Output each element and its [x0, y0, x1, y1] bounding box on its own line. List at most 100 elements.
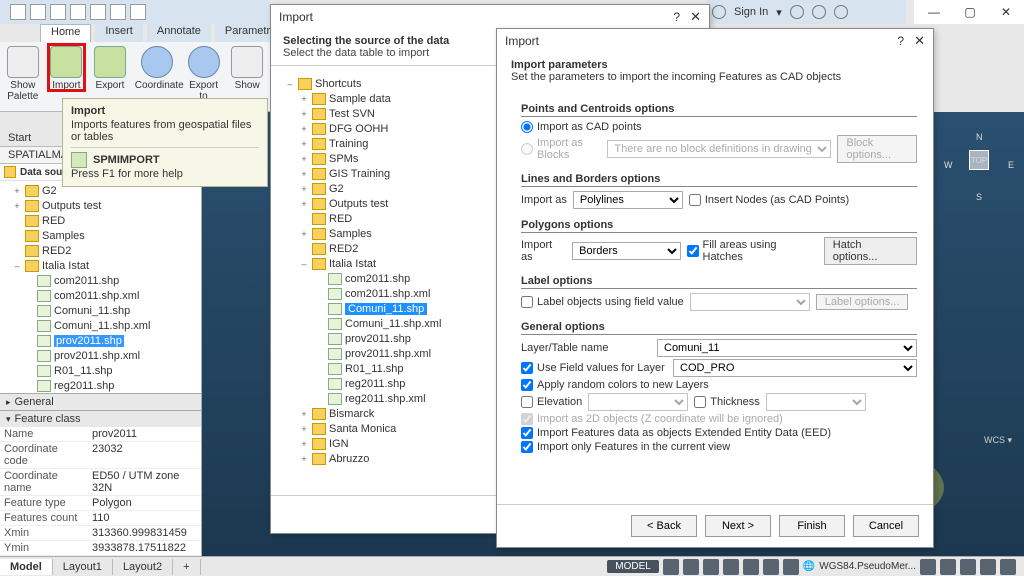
cart-icon[interactable]: [790, 5, 804, 19]
tab-annotate[interactable]: Annotate: [147, 24, 211, 42]
expand-icon[interactable]: +: [12, 201, 22, 211]
feature-class-header[interactable]: Feature class: [0, 410, 201, 427]
dialog1-titlebar[interactable]: Import ? ✕: [271, 5, 709, 29]
tab-layout1[interactable]: Layout1: [53, 559, 113, 575]
tab-insert[interactable]: Insert: [95, 24, 143, 42]
expand-icon[interactable]: +: [299, 109, 309, 119]
tree-file[interactable]: com2011.shp.xml: [0, 288, 201, 303]
next-button[interactable]: Next >: [705, 515, 771, 537]
tab-layout2[interactable]: Layout2: [113, 559, 173, 575]
field-combo[interactable]: COD_PRO: [673, 359, 917, 377]
qa-saveas-icon[interactable]: [70, 4, 86, 20]
tab-model[interactable]: Model: [0, 559, 53, 575]
expand-icon[interactable]: +: [299, 169, 309, 179]
fill-hatches-check[interactable]: Fill areas using Hatches: [687, 239, 818, 263]
expand-icon[interactable]: +: [299, 439, 309, 449]
elevation-checkbox[interactable]: [521, 396, 533, 408]
status-osnap-icon[interactable]: [743, 559, 759, 575]
dialog1-help-icon[interactable]: ?: [673, 10, 680, 24]
import-current-view-checkbox[interactable]: [521, 441, 533, 453]
status-polar-icon[interactable]: [723, 559, 739, 575]
expand-icon[interactable]: +: [12, 186, 22, 196]
cancel-button[interactable]: Cancel: [853, 515, 919, 537]
dialog2-titlebar[interactable]: Import ? ✕: [497, 29, 933, 53]
tree-folder[interactable]: +Outputs test: [0, 198, 201, 213]
tree-folder[interactable]: Samples: [0, 228, 201, 243]
status-trans-icon[interactable]: [783, 559, 799, 575]
finish-button[interactable]: Finish: [779, 515, 845, 537]
dialog2-help-icon[interactable]: ?: [897, 34, 904, 48]
expand-icon[interactable]: –: [12, 261, 22, 271]
status-ortho-icon[interactable]: [703, 559, 719, 575]
expand-icon[interactable]: +: [299, 424, 309, 434]
import-current-view-check[interactable]: Import only Features in the current view: [521, 441, 730, 453]
polygons-combo[interactable]: Borders: [572, 242, 680, 260]
data-sources-tree[interactable]: +G2+Outputs testREDSamplesRED2–Italia Is…: [0, 181, 201, 393]
show-palette-button[interactable]: Show Palette: [4, 44, 42, 102]
qa-open-icon[interactable]: [30, 4, 46, 20]
insert-nodes-checkbox[interactable]: [689, 194, 701, 206]
expand-icon[interactable]: +: [299, 184, 309, 194]
back-button[interactable]: < Back: [631, 515, 697, 537]
expand-icon[interactable]: +: [299, 139, 309, 149]
maximize-button[interactable]: ▢: [952, 0, 988, 24]
expand-icon[interactable]: +: [299, 124, 309, 134]
status-lwt-icon[interactable]: [763, 559, 779, 575]
qa-save-icon[interactable]: [50, 4, 66, 20]
lines-combo[interactable]: Polylines: [573, 191, 683, 209]
expand-icon[interactable]: +: [299, 199, 309, 209]
qa-new-icon[interactable]: [10, 4, 26, 20]
thickness-checkbox[interactable]: [694, 396, 706, 408]
help-icon[interactable]: [834, 5, 848, 19]
export-to-button[interactable]: Export to: [185, 44, 223, 102]
compass-top[interactable]: TOP: [969, 150, 989, 170]
import-eed-checkbox[interactable]: [521, 427, 533, 439]
tree-folder[interactable]: –Italia Istat: [0, 258, 201, 273]
use-field-layer-check[interactable]: Use Field values for Layer: [521, 362, 667, 374]
tree-folder[interactable]: RED: [0, 213, 201, 228]
status-iso-icon[interactable]: [920, 559, 936, 575]
export-button[interactable]: Export: [91, 44, 129, 91]
random-colors-check[interactable]: Apply random colors to new Layers: [521, 379, 709, 391]
tab-home[interactable]: Home: [40, 24, 91, 42]
label-objects-check[interactable]: Label objects using field value: [521, 296, 684, 308]
tree-file[interactable]: Comuni_11.shp: [0, 303, 201, 318]
radio-cad-points[interactable]: [521, 121, 533, 133]
import-eed-check[interactable]: Import Features data as objects Extended…: [521, 427, 831, 439]
qa-undo-icon[interactable]: [110, 4, 126, 20]
expand-icon[interactable]: +: [299, 409, 309, 419]
insert-nodes-check[interactable]: Insert Nodes (as CAD Points): [689, 194, 849, 206]
dialog1-close-icon[interactable]: ✕: [690, 9, 701, 25]
label-objects-checkbox[interactable]: [521, 296, 533, 308]
random-colors-checkbox[interactable]: [521, 379, 533, 391]
expand-icon[interactable]: +: [299, 229, 309, 239]
general-header[interactable]: General: [0, 393, 201, 410]
import-button[interactable]: Import: [48, 44, 86, 91]
qa-plot-icon[interactable]: [90, 4, 106, 20]
hatch-options-button[interactable]: Hatch options...: [824, 237, 917, 265]
fill-hatches-checkbox[interactable]: [687, 245, 699, 257]
status-clean-icon[interactable]: [980, 559, 996, 575]
tree-folder[interactable]: RED2: [0, 243, 201, 258]
tree-file[interactable]: R01_11.shp: [0, 363, 201, 378]
opt-cad-points[interactable]: Import as CAD points: [521, 121, 642, 133]
close-button[interactable]: ✕: [988, 0, 1024, 24]
coordinate-button[interactable]: Coordinate: [135, 44, 179, 91]
layer-name-combo[interactable]: Comuni_11: [657, 339, 917, 357]
show-button[interactable]: Show: [228, 44, 266, 91]
status-grid-icon[interactable]: [663, 559, 679, 575]
autodesk-app-icon[interactable]: [812, 5, 826, 19]
coord-system-label[interactable]: WGS84.PseudoMer...: [819, 561, 916, 572]
thickness-check[interactable]: Thickness: [694, 396, 760, 408]
minimize-button[interactable]: —: [916, 0, 952, 24]
tab-add[interactable]: +: [173, 559, 200, 575]
dialog2-close-icon[interactable]: ✕: [914, 33, 925, 49]
view-cube[interactable]: N S W E TOP: [944, 132, 1014, 202]
wcs-label[interactable]: WCS ▾: [984, 435, 1012, 446]
elevation-check[interactable]: Elevation: [521, 396, 582, 408]
status-anno-icon[interactable]: [940, 559, 956, 575]
tree-file[interactable]: prov2011.shp: [0, 333, 201, 348]
model-space-pill[interactable]: MODEL: [607, 560, 659, 573]
signin-link[interactable]: Sign In: [734, 6, 768, 18]
qa-redo-icon[interactable]: [130, 4, 146, 20]
